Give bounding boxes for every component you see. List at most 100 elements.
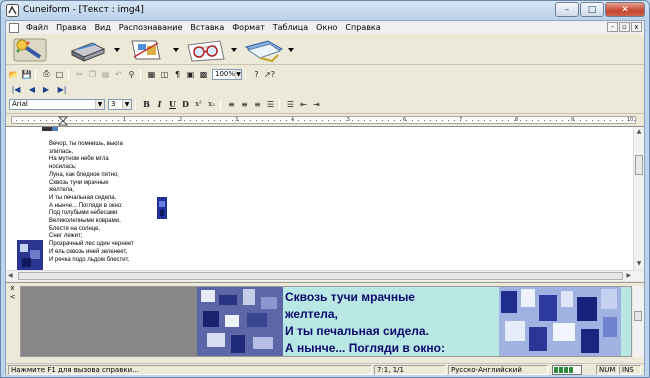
chevron-down-icon[interactable]: ▼ <box>235 69 241 79</box>
first-page-icon[interactable]: |◀ <box>8 84 24 95</box>
paste-icon[interactable]: ▤ <box>100 69 111 80</box>
image-icon[interactable]: ▩ <box>198 69 209 80</box>
zoom-select[interactable]: 100% ▼ <box>212 68 242 80</box>
cut-icon[interactable]: ✂ <box>74 69 85 80</box>
align-center-icon[interactable]: ≡ <box>239 99 250 110</box>
menu-table[interactable]: Таблица <box>269 23 312 32</box>
maximize-button[interactable]: □ <box>580 2 604 17</box>
print-icon[interactable]: ⎙ <box>41 69 52 80</box>
close-preview-icon[interactable]: x <box>8 284 17 293</box>
italic-button[interactable]: I <box>154 99 165 110</box>
font-size-select[interactable]: 3 ▼ <box>108 98 132 110</box>
next-page-icon[interactable]: ▶ <box>40 84 52 95</box>
context-help-icon[interactable]: ↗? <box>264 69 275 80</box>
title-bar[interactable]: Cuneiform - [Текст : img4] – □ ✕ <box>1 1 649 20</box>
menu-file[interactable]: Файл <box>22 23 52 32</box>
text-line[interactable]: А нынче... Погляди в окно: <box>49 203 134 211</box>
text-line[interactable]: желтела, <box>49 187 134 195</box>
document-horizontal-scrollbar[interactable]: ◀ ▶ <box>6 270 644 281</box>
text-line[interactable]: злилась, <box>49 149 134 157</box>
bullets-icon[interactable]: ☰ <box>285 99 296 110</box>
last-page-icon[interactable]: ▶| <box>54 84 70 95</box>
text-line[interactable]: носилась; <box>49 164 134 172</box>
text-line[interactable]: Великолепными коврами, <box>49 218 134 226</box>
align-justify-icon[interactable]: ☰ <box>265 99 276 110</box>
text-line[interactable]: И речка подо льдом блестит. <box>49 257 134 265</box>
superscript-button[interactable]: x² <box>193 99 204 110</box>
copy-icon[interactable]: ❐ <box>87 69 98 80</box>
layout-dropdown-icon[interactable] <box>173 48 179 52</box>
align-right-icon[interactable]: ≡ <box>252 99 263 110</box>
text-line[interactable]: Блестя на солнце, <box>49 226 134 234</box>
glasses-icon[interactable] <box>184 37 228 63</box>
minimize-button[interactable]: – <box>555 2 579 17</box>
text-line[interactable]: Прозрачный лес один чернеет <box>49 241 134 249</box>
increase-indent-icon[interactable]: ⇥ <box>311 99 322 110</box>
menu-edit[interactable]: Правка <box>52 23 90 32</box>
open-icon[interactable]: 📂 <box>8 69 19 80</box>
prev-page-icon[interactable]: ◀ <box>26 84 38 95</box>
ruler[interactable]: 1 2 3 4 5 6 7 8 9 10 <box>6 113 644 126</box>
menu-format[interactable]: Формат <box>228 23 268 32</box>
menu-window[interactable]: Окно <box>312 23 341 32</box>
save-icon[interactable]: 💾 <box>21 69 32 80</box>
underline-button[interactable]: U <box>167 99 178 110</box>
text-line[interactable]: Сквозь тучи мрачные <box>49 180 134 188</box>
table-icon[interactable]: ▦ <box>146 69 157 80</box>
image-preview-pane[interactable]: x < Сквозь тучи мрачные желтела, И ты пе… <box>6 282 644 362</box>
document-menu-icon[interactable] <box>9 22 19 33</box>
text-line[interactable]: Снег лежит; <box>49 233 134 241</box>
scrollbar-thumb[interactable] <box>635 155 643 175</box>
text-line[interactable]: И ель сквозь иней зеленеет, <box>49 249 134 257</box>
decrease-indent-icon[interactable]: ⇤ <box>298 99 309 110</box>
text-line[interactable]: Под голубыми небесами <box>49 210 134 218</box>
source-image-view[interactable]: Сквозь тучи мрачные желтела, И ты печаль… <box>20 286 632 357</box>
menu-recognition[interactable]: Распознавание <box>115 23 187 32</box>
find-icon[interactable]: ⚲ <box>126 69 137 80</box>
collapse-preview-icon[interactable]: < <box>8 293 17 302</box>
export-icon[interactable] <box>242 37 286 63</box>
scrollbar-thumb[interactable] <box>18 272 623 280</box>
scroll-up-icon[interactable]: ▲ <box>634 128 644 138</box>
menu-help[interactable]: Справка <box>341 23 384 32</box>
bold-button[interactable]: B <box>141 99 152 110</box>
chevron-down-icon[interactable]: ▼ <box>95 99 104 109</box>
strikeout-button[interactable]: D <box>180 99 191 110</box>
close-button[interactable]: ✕ <box>605 2 645 17</box>
scroll-right-icon[interactable]: ▶ <box>626 272 631 279</box>
preview-vertical-scrollbar[interactable] <box>633 286 644 357</box>
document-pane[interactable]: Вечор, ты помнишь, вьюга злилась, На мут… <box>6 126 644 271</box>
help-icon[interactable]: ? <box>251 69 262 80</box>
recognized-text[interactable]: Вечор, ты помнишь, вьюга злилась, На мут… <box>49 141 134 264</box>
menu-insert[interactable]: Вставка <box>186 23 228 32</box>
wand-icon[interactable] <box>12 37 48 63</box>
subscript-button[interactable]: x₂ <box>206 99 217 110</box>
embedded-picture[interactable] <box>17 240 43 270</box>
indent-marker-icon[interactable] <box>58 116 68 126</box>
text-line[interactable]: И ты печальная сидела. <box>49 195 134 203</box>
scroll-left-icon[interactable]: ◀ <box>8 272 13 279</box>
text-line[interactable]: Луна, как бледное пятно, <box>49 172 134 180</box>
columns-icon[interactable]: ◫ <box>159 69 170 80</box>
font-select[interactable]: Arial ▼ <box>9 98 105 110</box>
text-line[interactable]: Вечор, ты помнишь, вьюга <box>49 141 134 149</box>
paragraph-icon[interactable]: ¶ <box>172 69 183 80</box>
scroll-down-icon[interactable]: ▼ <box>634 260 644 270</box>
export-dropdown-icon[interactable] <box>288 48 294 52</box>
text-line[interactable]: На мутном небе мгла <box>49 156 134 164</box>
scanner-dropdown-icon[interactable] <box>114 48 120 52</box>
align-left-icon[interactable]: ≡ <box>226 99 237 110</box>
undo-icon[interactable]: ↶ <box>113 69 124 80</box>
mdi-close-button[interactable]: x <box>631 22 642 32</box>
cuneiform-app-icon[interactable] <box>6 4 19 17</box>
mdi-restore-button[interactable]: ▫ <box>619 22 630 32</box>
document-vertical-scrollbar[interactable]: ▲ ▼ <box>633 127 644 271</box>
embedded-picture[interactable] <box>157 197 167 219</box>
ruler-strip[interactable]: 1 2 3 4 5 6 7 8 9 10 <box>11 116 636 126</box>
chevron-down-icon[interactable]: ▼ <box>122 99 131 109</box>
print-preview-icon[interactable]: □ <box>54 69 65 80</box>
scanner-icon[interactable] <box>68 37 108 63</box>
menu-view[interactable]: Вид <box>91 23 115 32</box>
scrollbar-thumb[interactable] <box>634 311 642 321</box>
layout-icon[interactable] <box>126 37 166 63</box>
